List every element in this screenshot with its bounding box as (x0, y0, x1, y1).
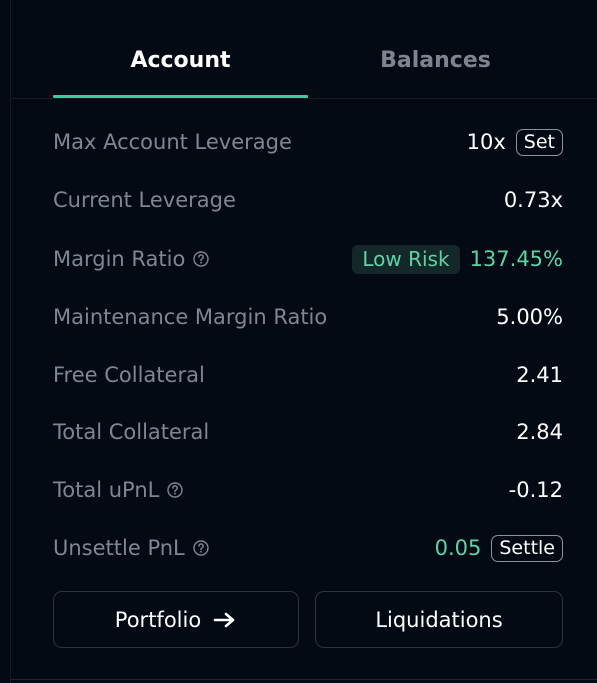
tab-divider (11, 98, 597, 99)
set-leverage-button[interactable]: Set (515, 128, 563, 156)
free-collateral-label: Free Collateral (53, 363, 205, 387)
row-free-collateral: Free Collateral 2.41 (53, 358, 563, 392)
max-leverage-label: Max Account Leverage (53, 130, 292, 154)
liquidations-button-label: Liquidations (375, 607, 503, 632)
help-circle-icon[interactable] (193, 540, 209, 556)
row-unsettle-pnl: Unsettle PnL 0.05 Settle (53, 531, 563, 565)
tab-balances[interactable]: Balances (308, 30, 563, 98)
unsettle-pnl-value-group: 0.05 Settle (434, 534, 563, 562)
free-collateral-value: 2.41 (516, 363, 563, 387)
max-leverage-value-group: 10x Set (466, 128, 563, 156)
row-margin-ratio: Margin Ratio Low Risk 137.45% (53, 242, 563, 276)
unsettle-pnl-label: Unsettle PnL (53, 536, 185, 560)
help-circle-icon[interactable] (193, 251, 210, 267)
maintenance-margin-label: Maintenance Margin Ratio (53, 305, 328, 329)
row-total-collateral: Total Collateral 2.84 (53, 415, 563, 449)
row-total-upnl: Total uPnL -0.12 (53, 473, 563, 507)
portfolio-button[interactable]: Portfolio (53, 591, 299, 648)
margin-ratio-value-group: Low Risk 137.45% (352, 244, 563, 274)
unsettle-pnl-value: 0.05 (434, 536, 482, 560)
total-upnl-label-group: Total uPnL (53, 478, 184, 502)
margin-ratio-label-group: Margin Ratio (53, 247, 210, 271)
panel-bottom-border (10, 679, 597, 680)
max-leverage-value: 10x (466, 130, 506, 154)
help-circle-icon[interactable] (167, 482, 184, 498)
current-leverage-label: Current Leverage (53, 188, 236, 212)
margin-ratio-value: 137.45% (469, 247, 563, 271)
liquidations-button[interactable]: Liquidations (315, 591, 563, 648)
margin-ratio-label: Margin Ratio (53, 247, 186, 271)
account-panel: Account Balances Max Account Leverage 10… (0, 0, 597, 683)
total-upnl-value: -0.12 (508, 478, 563, 502)
current-leverage-value: 0.73x (503, 188, 563, 212)
row-current-leverage: Current Leverage 0.73x (53, 183, 563, 217)
tab-account[interactable]: Account (53, 30, 308, 98)
risk-status-badge: Low Risk (352, 244, 460, 274)
settle-button[interactable]: Settle (491, 534, 563, 562)
total-upnl-label: Total uPnL (53, 478, 160, 502)
arrow-right-icon (213, 612, 235, 627)
tab-bar: Account Balances (53, 30, 563, 98)
portfolio-button-label: Portfolio (114, 607, 202, 632)
row-max-account-leverage: Max Account Leverage 10x Set (53, 125, 563, 159)
row-maintenance-margin-ratio: Maintenance Margin Ratio 5.00% (53, 300, 563, 334)
panel-left-border (10, 0, 11, 683)
total-collateral-value: 2.84 (516, 420, 563, 444)
unsettle-pnl-label-group: Unsettle PnL (53, 536, 209, 560)
maintenance-margin-value: 5.00% (496, 305, 563, 329)
total-collateral-label: Total Collateral (53, 420, 210, 444)
